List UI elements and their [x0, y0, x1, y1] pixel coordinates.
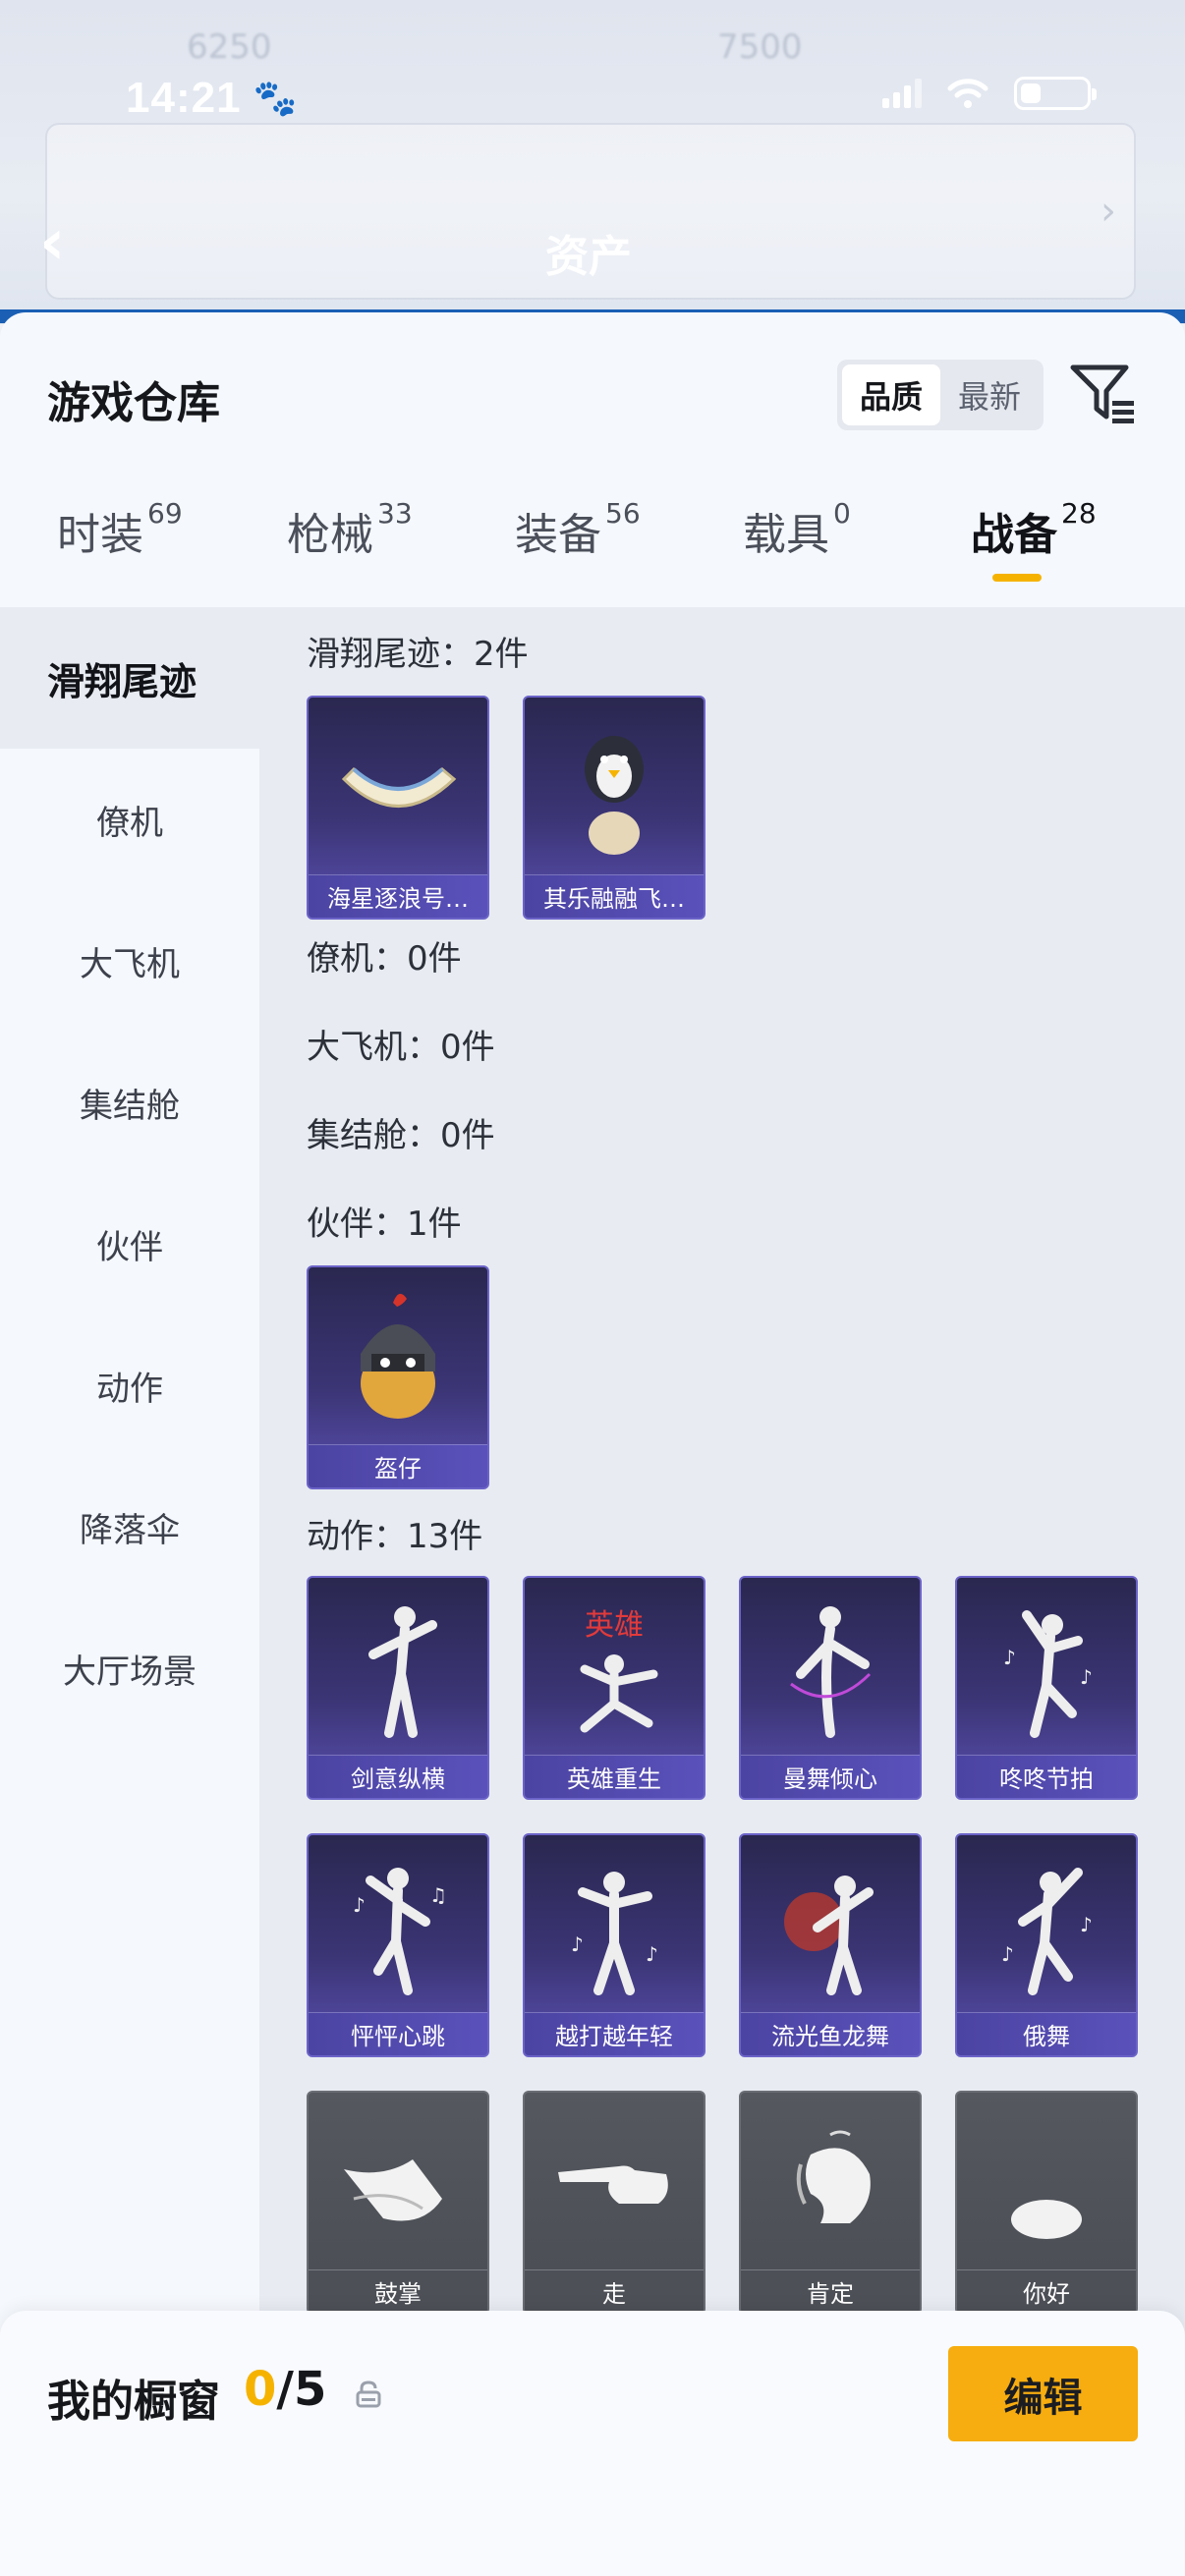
category-tabs: 时装 69 枪械 33 装备 56 载具 0 战备 28 — [0, 497, 1185, 607]
tab-equipment[interactable]: 装备 56 — [515, 497, 641, 562]
filter-icon[interactable] — [1069, 360, 1138, 428]
showcase-label: 我的橱窗 — [47, 2377, 220, 2427]
dancer-icon: ♪ ♪ — [525, 1835, 704, 2018]
status-indicators — [882, 77, 1097, 110]
helmet-chick-icon — [309, 1267, 487, 1450]
dancer-icon — [309, 1578, 487, 1761]
item-card[interactable]: 海星逐浪号… — [307, 696, 489, 920]
section-title: 大飞机：0件 — [307, 1028, 495, 1067]
item-list: 滑翔尾迹：2件 海星逐浪号… 其乐融融飞… 僚机：0件 大飞机：0件 集结舱：0… — [259, 607, 1185, 2576]
dancer-icon — [741, 1835, 920, 2018]
status-time: 14:21 — [126, 74, 242, 122]
showcase-count: 0/5 — [244, 2362, 327, 2417]
item-card[interactable]: 曼舞倾心 — [739, 1576, 922, 1800]
battery-icon — [1014, 77, 1097, 110]
warehouse-sheet: 游戏仓库 品质 最新 时装 69 枪械 33 装备 56 载具 0 战备 28 — [0, 312, 1185, 2576]
tab-vehicles[interactable]: 载具 0 — [743, 497, 851, 562]
item-card[interactable]: ♪ ♪ 俄舞 — [955, 1833, 1138, 2057]
chevron-left-icon: ‹ — [39, 206, 66, 279]
sidebar-item-partner[interactable]: 伙伴 — [0, 1173, 259, 1315]
item-card[interactable]: 流光鱼龙舞 — [739, 1833, 922, 2057]
boat-icon — [309, 698, 487, 880]
chevron-right-icon: › — [1100, 189, 1116, 234]
item-card[interactable]: 盔仔 — [307, 1265, 489, 1489]
tab-fashion[interactable]: 时装 69 — [57, 497, 183, 562]
edit-button[interactable]: 编辑 — [948, 2346, 1138, 2441]
svg-text:♪: ♪ — [1080, 1665, 1093, 1689]
svg-text:英雄: 英雄 — [585, 1608, 644, 1643]
section-title: 动作：13件 — [307, 1517, 483, 1556]
svg-text:♪: ♪ — [646, 1942, 658, 1966]
pointing-hand-icon — [525, 2093, 704, 2275]
sidebar-item-pod[interactable]: 集结舱 — [0, 1032, 259, 1173]
svg-text:♪: ♪ — [1001, 1942, 1014, 1966]
svg-text:♪: ♪ — [1080, 1913, 1093, 1936]
item-card[interactable]: 你好 — [955, 2091, 1138, 2315]
sort-newest-button[interactable]: 最新 — [940, 364, 1039, 425]
clap-icon — [309, 2093, 487, 2275]
dancer-icon: ♪ ♫ — [309, 1835, 487, 2018]
sidebar-item-lobby-scene[interactable]: 大厅场景 — [0, 1597, 259, 1739]
lock-icon — [356, 2380, 381, 2408]
section-title: 僚机：0件 — [307, 939, 462, 979]
dancer-icon: ♪ ♪ — [957, 1835, 1136, 2018]
sidebar-item-glider-trail[interactable]: 滑翔尾迹 — [0, 607, 259, 749]
item-card[interactable]: 走 — [523, 2091, 705, 2315]
signal-icon — [882, 79, 922, 108]
tab-combat-prep[interactable]: 战备 28 — [971, 497, 1097, 562]
wave-hand-icon — [957, 2093, 1136, 2275]
dancer-icon: ♪ ♪ — [957, 1578, 1136, 1761]
item-card[interactable]: 英雄 英雄重生 — [523, 1576, 705, 1800]
svg-text:♫: ♫ — [429, 1883, 447, 1907]
sidebar-item-wingman[interactable]: 僚机 — [0, 749, 259, 890]
item-card[interactable]: ♪ ♪ 越打越年轻 — [523, 1833, 705, 2057]
svg-text:♪: ♪ — [353, 1893, 366, 1917]
active-tab-indicator — [992, 574, 1042, 582]
item-card[interactable]: 鼓掌 — [307, 2091, 489, 2315]
paw-icon: 🐾 — [253, 79, 298, 119]
sidebar-item-emote[interactable]: 动作 — [0, 1315, 259, 1456]
wifi-icon — [947, 79, 988, 108]
showcase-bar: 我的橱窗 0/5 编辑 — [0, 2311, 1185, 2576]
sort-quality-button[interactable]: 品质 — [842, 364, 940, 425]
item-card[interactable]: 其乐融融飞… — [523, 696, 705, 920]
section-title: 集结舱：0件 — [307, 1116, 495, 1155]
penguin-icon — [525, 698, 704, 880]
item-card[interactable]: 剑意纵横 — [307, 1576, 489, 1800]
dancer-icon — [741, 1578, 920, 1761]
svg-text:♪: ♪ — [1003, 1646, 1016, 1669]
sort-toggle: 品质 最新 — [837, 360, 1044, 430]
svg-text:♪: ♪ — [571, 1932, 584, 1956]
back-button[interactable]: ‹ — [39, 211, 65, 274]
sidebar-item-parachute[interactable]: 降落伞 — [0, 1456, 259, 1597]
sidebar-item-aircraft[interactable]: 大飞机 — [0, 890, 259, 1032]
item-card[interactable]: ♪ ♫ 怦怦心跳 — [307, 1833, 489, 2057]
section-title: 伙伴：1件 — [307, 1204, 462, 1244]
page-title: 资产 — [545, 232, 632, 282]
sheet-title: 游戏仓库 — [47, 378, 220, 428]
item-card[interactable]: 肯定 — [739, 2091, 922, 2315]
nodding-head-icon — [741, 2093, 920, 2275]
subcategory-sidebar: 滑翔尾迹 僚机 大飞机 集结舱 伙伴 动作 降落伞 大厅场景 — [0, 607, 259, 2576]
item-card[interactable]: ♪ ♪ 咚咚节拍 — [955, 1576, 1138, 1800]
tab-weapons[interactable]: 枪械 33 — [287, 497, 413, 562]
section-title: 滑翔尾迹：2件 — [307, 635, 529, 674]
status-bar: 14:21 🐾 — [0, 59, 1185, 138]
dancer-icon: 英雄 — [525, 1578, 704, 1761]
